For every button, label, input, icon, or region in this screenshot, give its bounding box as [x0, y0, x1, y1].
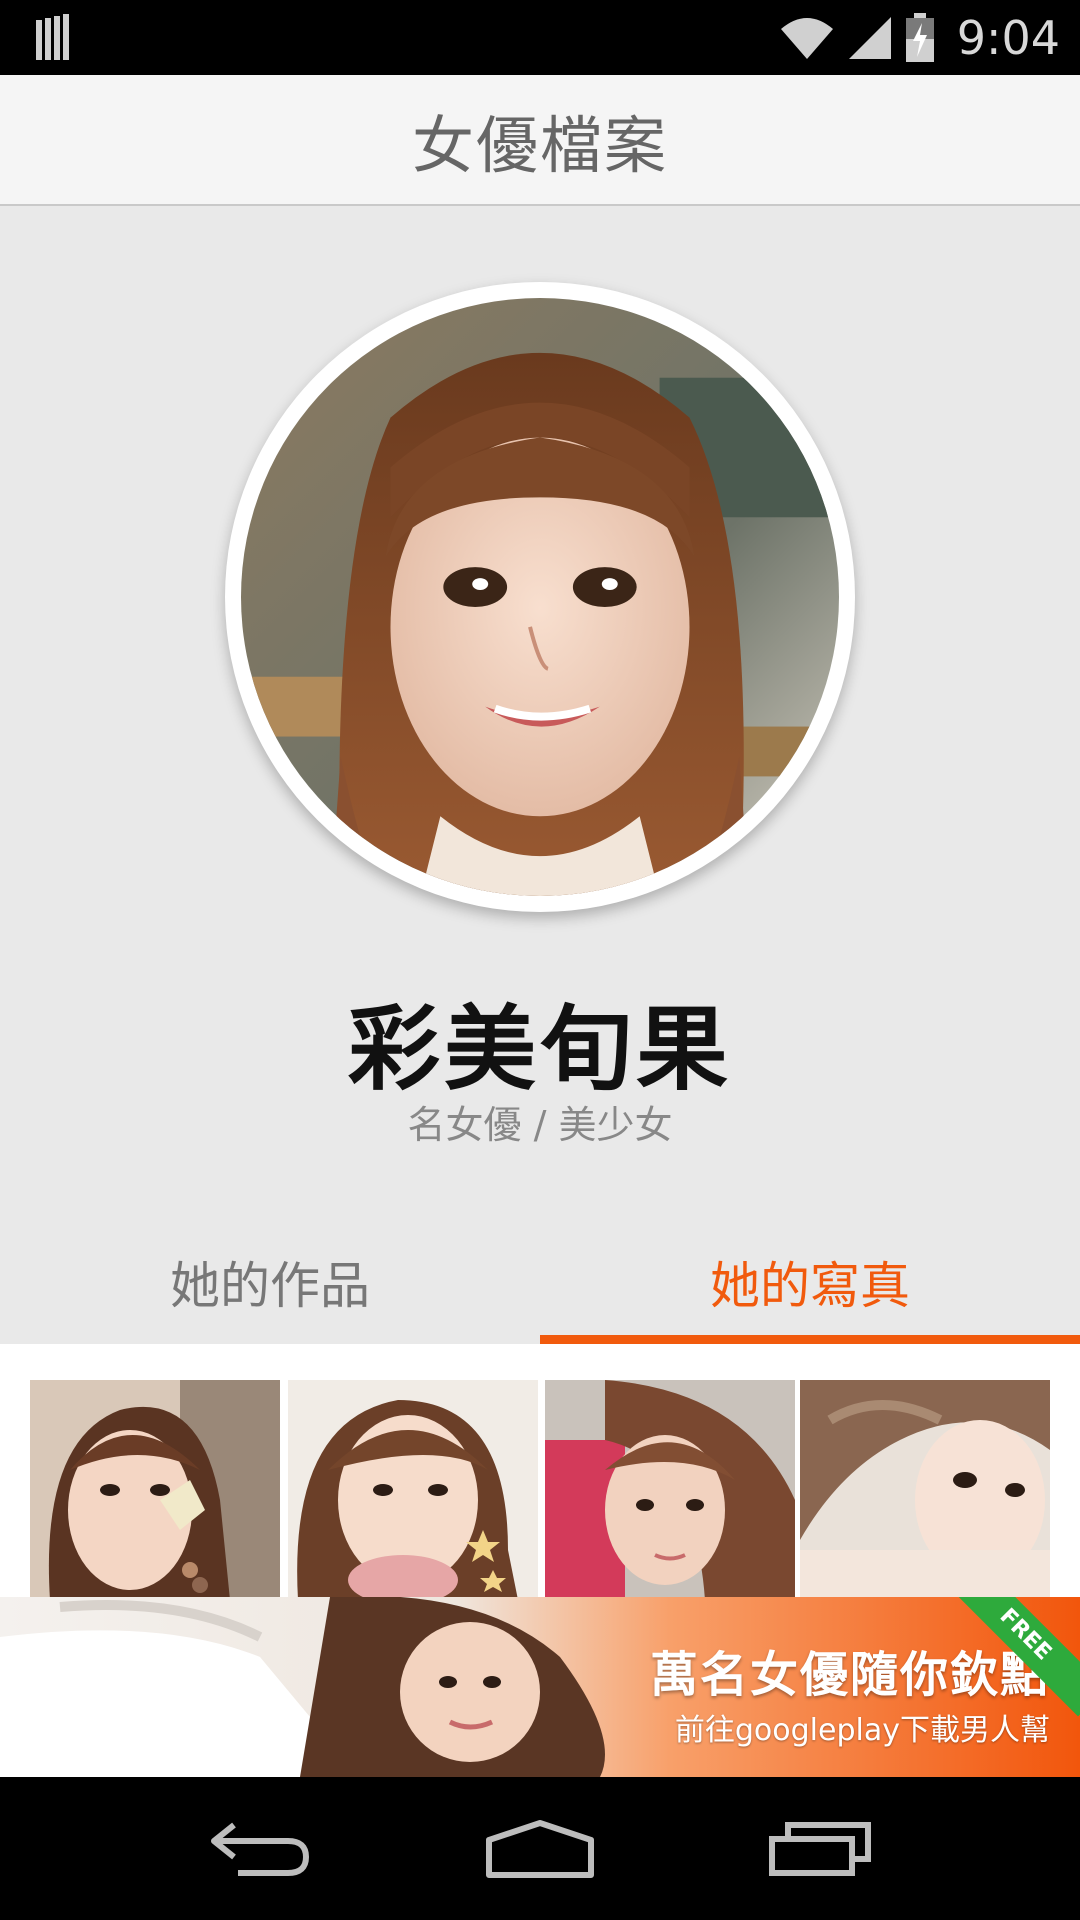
- actress-name: 彩美旬果: [347, 996, 732, 1103]
- photo-1[interactable]: [30, 1380, 280, 1600]
- photo-3[interactable]: [545, 1380, 795, 1600]
- signal-icon: [848, 16, 891, 59]
- screen: 9:04 女優檔案 彩美旬果 名女優 / 美少女 她的作品 她的寫真 萬名女優隨…: [0, 0, 1080, 1920]
- recents-button[interactable]: [765, 1809, 875, 1889]
- recents-icon: [769, 1821, 871, 1876]
- battery-charging-icon: [905, 12, 934, 62]
- avatar-frame: [225, 282, 855, 912]
- tab-photos-label: 她的寫真: [710, 1257, 910, 1315]
- photo-2[interactable]: [288, 1380, 538, 1600]
- page-title: 女優檔案: [411, 108, 668, 182]
- tab-photos[interactable]: 她的寫真: [540, 1220, 1080, 1344]
- status-time: 9:04: [956, 10, 1060, 65]
- photo-4[interactable]: [800, 1380, 1050, 1600]
- home-icon: [486, 1819, 594, 1878]
- photo-grid: [0, 1344, 1080, 1600]
- avatar[interactable]: [241, 298, 839, 896]
- wifi-icon: [780, 17, 833, 59]
- back-button[interactable]: [205, 1809, 315, 1889]
- tab-active-indicator: [540, 1335, 1080, 1344]
- tab-bar: 她的作品 她的寫真: [0, 1220, 1080, 1344]
- ad-banner[interactable]: 萬名女優隨你欽點 前往googleplay下載男人幫 FREE: [0, 1597, 1080, 1777]
- actress-tags: 名女優 / 美少女: [407, 1103, 673, 1147]
- tab-works[interactable]: 她的作品: [0, 1220, 540, 1344]
- home-button[interactable]: [485, 1809, 595, 1889]
- ad-headline: 萬名女優隨你欽點: [649, 1647, 1050, 1703]
- status-bar: 9:04: [0, 0, 1080, 75]
- status-icons: 9:04: [779, 0, 1060, 75]
- notification-icon: [36, 14, 69, 60]
- back-icon: [211, 1822, 310, 1876]
- title-bar: 女優檔案: [0, 75, 1080, 206]
- ad-subline: 前往googleplay下載男人幫: [674, 1713, 1050, 1748]
- nav-bar: [0, 1777, 1080, 1920]
- avatar-portrait: [241, 298, 839, 896]
